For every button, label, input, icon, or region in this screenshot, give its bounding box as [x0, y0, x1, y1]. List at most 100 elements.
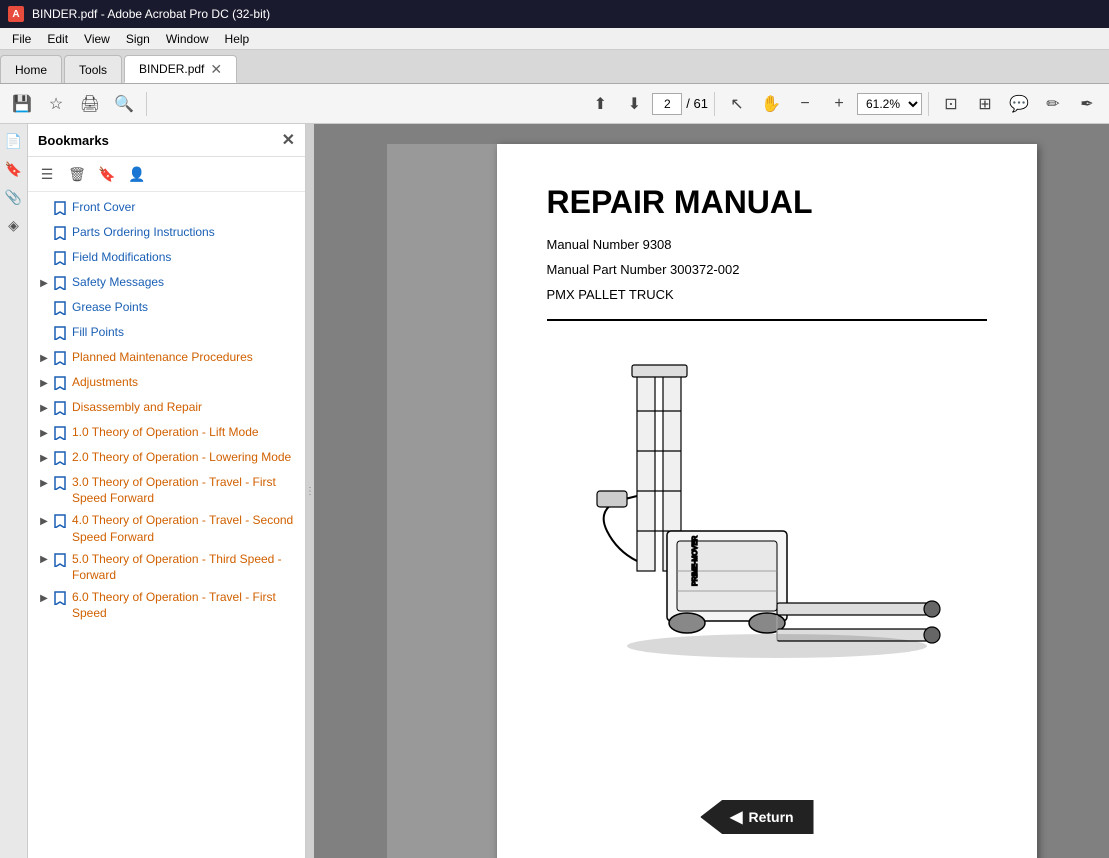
thumbnail-button[interactable]: ⊞	[969, 88, 1001, 120]
fit-page-button[interactable]: ⊡	[935, 88, 967, 120]
nav-layers-icon[interactable]: ◈	[3, 214, 25, 236]
zoom-out-button[interactable]: −	[789, 88, 821, 120]
pdf-divider	[547, 319, 987, 321]
bookmark-theory-3[interactable]: ▶ 3.0 Theory of Operation - Travel - Fir…	[28, 471, 305, 509]
bookmark-icon-th1	[54, 426, 68, 443]
bookmark-icon-parts	[54, 226, 68, 243]
return-label: Return	[748, 809, 793, 825]
return-button[interactable]: ◀ Return	[700, 800, 813, 834]
hand-tool[interactable]: ✋	[755, 88, 787, 120]
page-number-input[interactable]	[652, 93, 682, 115]
zoom-in-button[interactable]: +	[823, 88, 855, 120]
bookmarks-scroll: Front Cover Parts Ordering Instructions	[28, 192, 305, 858]
nav-attachments-icon[interactable]: 📎	[3, 186, 25, 208]
nav-bookmarks-icon[interactable]: 🔖	[3, 158, 25, 180]
print-button[interactable]: 🖨	[74, 88, 106, 120]
menu-help[interactable]: Help	[217, 30, 258, 48]
bookmark-icon-field	[54, 251, 68, 268]
zoom-select[interactable]: 61.2% 50% 75% 100%	[857, 93, 922, 115]
expand-icon-adj[interactable]: ▶	[38, 374, 50, 392]
scroll-down-button[interactable]: ⬇	[618, 88, 650, 120]
bookmark-button[interactable]: ☆	[40, 88, 72, 120]
bookmarks-new-btn[interactable]: 🔖	[94, 161, 120, 187]
save-button[interactable]: 💾	[6, 88, 38, 120]
bookmark-icon-planned	[54, 351, 68, 368]
expand-icon-th3[interactable]: ▶	[38, 474, 50, 492]
tab-home-label: Home	[15, 63, 47, 77]
markup-button[interactable]: ✏	[1037, 88, 1069, 120]
tab-binder[interactable]: BINDER.pdf ✕	[124, 55, 237, 83]
bookmark-theory-1[interactable]: ▶ 1.0 Theory of Operation - Lift Mode	[28, 421, 305, 446]
expand-icon-fill	[38, 324, 50, 342]
comment-button[interactable]: 💬	[1003, 88, 1035, 120]
expand-icon-th4[interactable]: ▶	[38, 512, 50, 530]
bookmarks-search-btn[interactable]: 👤	[124, 161, 150, 187]
expand-icon-th6[interactable]: ▶	[38, 589, 50, 607]
bookmark-icon-th5	[54, 553, 68, 570]
bookmark-theory-6[interactable]: ▶ 6.0 Theory of Operation - Travel - Fir…	[28, 586, 305, 624]
page-navigation: / 61	[652, 93, 708, 115]
separator-2	[714, 92, 715, 116]
cursor-tool[interactable]: ↖	[721, 88, 753, 120]
bookmark-theory-2[interactable]: ▶ 2.0 Theory of Operation - Lowering Mod…	[28, 446, 305, 471]
truck-illustration: PRIME-MOVER	[567, 341, 967, 681]
expand-icon-safety[interactable]: ▶	[38, 274, 50, 292]
expand-icon-th5[interactable]: ▶	[38, 551, 50, 569]
expand-icon-front-cover	[38, 199, 50, 217]
bookmark-icon-th2	[54, 451, 68, 468]
expand-icon-th2[interactable]: ▶	[38, 449, 50, 467]
zoom-fit-button[interactable]: 🔍	[108, 88, 140, 120]
scroll-up-button[interactable]: ⬆	[584, 88, 616, 120]
expand-icon-parts	[38, 224, 50, 242]
menu-sign[interactable]: Sign	[118, 30, 158, 48]
tab-close-icon[interactable]: ✕	[210, 62, 222, 76]
bookmark-disassembly[interactable]: ▶ Disassembly and Repair	[28, 396, 305, 421]
sign-button[interactable]: ✒	[1071, 88, 1103, 120]
pdf-part-number: Manual Part Number 300372-002	[547, 260, 987, 281]
bookmark-icon-front-cover	[54, 201, 68, 218]
bookmarks-title: Bookmarks	[38, 133, 109, 148]
bookmarks-delete-btn[interactable]: 🗑	[64, 161, 90, 187]
bookmark-theory-5[interactable]: ▶ 5.0 Theory of Operation - Third Speed …	[28, 548, 305, 586]
menu-bar: File Edit View Sign Window Help	[0, 28, 1109, 50]
pdf-title: REPAIR MANUAL	[547, 184, 987, 221]
bookmark-adjustments[interactable]: ▶ Adjustments	[28, 371, 305, 396]
bookmark-icon-th6	[54, 591, 68, 608]
tab-tools[interactable]: Tools	[64, 55, 122, 83]
bookmarks-header: Bookmarks ✕	[28, 124, 305, 157]
bookmark-parts-ordering[interactable]: Parts Ordering Instructions	[28, 221, 305, 246]
expand-icon-disasm[interactable]: ▶	[38, 399, 50, 417]
nav-pages-icon[interactable]: 📄	[3, 130, 25, 152]
bookmark-safety[interactable]: ▶ Safety Messages	[28, 271, 305, 296]
bookmark-icon-th3	[54, 476, 68, 493]
expand-icon-th1[interactable]: ▶	[38, 424, 50, 442]
pdf-view-area: REPAIR MANUAL Manual Number 9308 Manual …	[314, 124, 1109, 858]
bookmark-fill[interactable]: Fill Points	[28, 321, 305, 346]
bookmark-icon-fill	[54, 326, 68, 343]
bookmarks-menu-btn[interactable]: ☰	[34, 161, 60, 187]
bookmark-field-mods[interactable]: Field Modifications	[28, 246, 305, 271]
window-title: BINDER.pdf - Adobe Acrobat Pro DC (32-bi…	[32, 7, 1101, 21]
tab-home[interactable]: Home	[0, 55, 62, 83]
menu-file[interactable]: File	[4, 30, 39, 48]
svg-text:PRIME-MOVER: PRIME-MOVER	[692, 536, 699, 586]
bookmark-label-parts: Parts Ordering Instructions	[72, 224, 299, 240]
bookmark-front-cover[interactable]: Front Cover	[28, 196, 305, 221]
bookmarks-close-icon[interactable]: ✕	[282, 130, 295, 150]
bookmark-planned-maint[interactable]: ▶ Planned Maintenance Procedures	[28, 346, 305, 371]
page-total-label: / 61	[686, 96, 708, 111]
left-panel-icons: 📄 🔖 📎 ◈	[0, 124, 28, 858]
pdf-binding-bar	[387, 144, 497, 858]
return-arrow-icon: ◀	[730, 807, 742, 827]
tab-bar: Home Tools BINDER.pdf ✕	[0, 50, 1109, 84]
panel-resize-handle[interactable]: ⋮	[306, 124, 314, 858]
title-bar: A BINDER.pdf - Adobe Acrobat Pro DC (32-…	[0, 0, 1109, 28]
menu-window[interactable]: Window	[158, 30, 217, 48]
menu-edit[interactable]: Edit	[39, 30, 76, 48]
tab-tools-label: Tools	[79, 63, 107, 77]
expand-icon-planned[interactable]: ▶	[38, 349, 50, 367]
menu-view[interactable]: View	[76, 30, 118, 48]
bookmark-label-th2: 2.0 Theory of Operation - Lowering Mode	[72, 449, 299, 465]
bookmark-grease[interactable]: Grease Points	[28, 296, 305, 321]
bookmark-theory-4[interactable]: ▶ 4.0 Theory of Operation - Travel - Sec…	[28, 509, 305, 547]
